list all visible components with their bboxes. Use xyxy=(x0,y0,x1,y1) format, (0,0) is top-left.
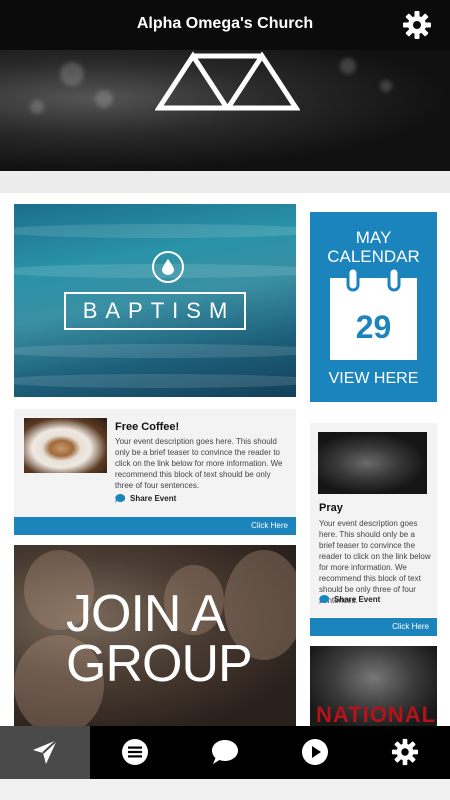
calendar-view-link[interactable]: VIEW HERE xyxy=(310,370,437,388)
top-bar: Alpha Omega's Church xyxy=(0,0,450,50)
calendar-month: MAY CALENDAR xyxy=(327,228,420,266)
share-event-button[interactable]: Share Event xyxy=(319,595,380,604)
bottom-tab-bar xyxy=(0,726,450,779)
tab-settings[interactable] xyxy=(360,726,450,779)
click-here-button[interactable]: Click Here xyxy=(14,517,296,535)
event-description: Your event description goes here. This s… xyxy=(319,519,431,605)
chat-bubble-icon xyxy=(212,740,238,764)
praying-hands-image xyxy=(318,432,427,494)
coffee-image xyxy=(24,418,107,473)
tab-play[interactable] xyxy=(270,726,360,779)
tab-chat[interactable] xyxy=(180,726,270,779)
bottom-strip xyxy=(0,779,450,800)
tab-paper-plane[interactable] xyxy=(0,726,90,779)
paper-plane-icon xyxy=(33,739,58,764)
event-title: Free Coffee! xyxy=(115,421,180,433)
church-logo xyxy=(155,51,300,111)
national-banner[interactable]: NATIONAL xyxy=(310,646,437,726)
baptism-banner[interactable]: BAPTISM xyxy=(14,204,296,397)
gear-icon[interactable] xyxy=(402,10,432,40)
join-group-label: JOIN A GROUP xyxy=(66,585,253,693)
chat-bubble-icon xyxy=(319,595,329,604)
calendar-day: 29 xyxy=(355,309,392,345)
event-title: Pray xyxy=(319,502,343,514)
calendar-tile[interactable]: MAY CALENDAR 29 VIEW HERE xyxy=(310,212,437,402)
event-description: Your event description goes here. This s… xyxy=(115,437,283,490)
gear-icon xyxy=(391,738,419,766)
national-label: NATIONAL xyxy=(316,702,437,726)
app-title: Alpha Omega's Church xyxy=(136,15,314,32)
divider-strip xyxy=(0,171,450,193)
share-event-button[interactable]: Share Event xyxy=(115,494,176,503)
menu-list-icon xyxy=(122,739,148,765)
baptism-label: BAPTISM xyxy=(64,292,246,330)
tab-menu[interactable] xyxy=(90,726,180,779)
chat-bubble-icon xyxy=(115,494,125,503)
water-drop-icon xyxy=(152,251,184,283)
hero-banner xyxy=(0,50,450,171)
join-group-banner[interactable]: JOIN A GROUP xyxy=(14,545,296,726)
play-icon xyxy=(302,739,328,765)
click-here-button[interactable]: Click Here xyxy=(310,618,437,636)
